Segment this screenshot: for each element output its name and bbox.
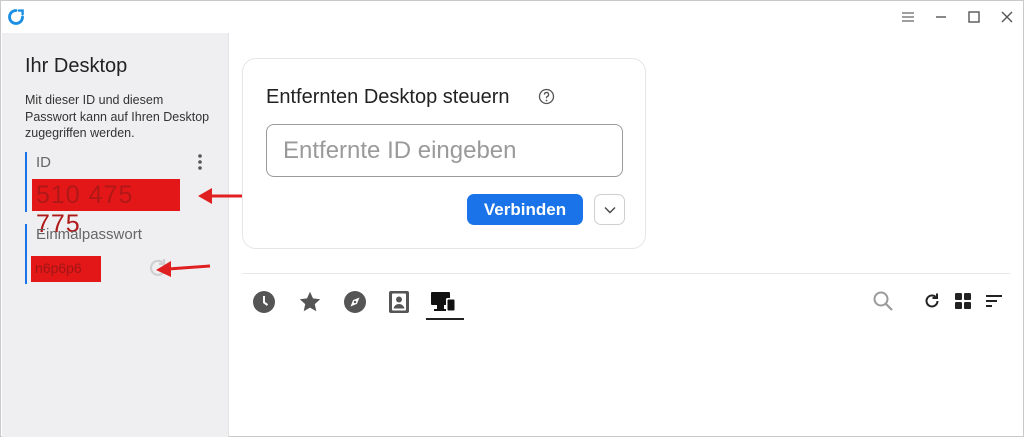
search-button[interactable] <box>870 287 896 315</box>
rustdesk-logo-icon <box>8 9 24 25</box>
view-toggle-button[interactable] <box>950 287 976 315</box>
tab-discovered[interactable] <box>340 287 370 317</box>
section-divider <box>242 273 1010 274</box>
app-window: Ihr Desktop Mit dieser ID und diesem Pas… <box>0 0 1024 437</box>
id-value-redacted[interactable]: 510 475 775 <box>32 179 180 238</box>
password-value: n6p6p6 <box>35 260 82 276</box>
tab-favorites[interactable] <box>295 287 325 317</box>
close-button[interactable] <box>990 1 1023 33</box>
compass-icon <box>344 291 366 313</box>
contact-book-icon <box>389 291 409 313</box>
sort-button[interactable] <box>981 287 1007 315</box>
refresh-button[interactable] <box>919 287 945 315</box>
sidebar: Ihr Desktop Mit dieser ID und diesem Pas… <box>2 33 248 437</box>
devices-icon <box>431 292 456 312</box>
clock-icon <box>253 291 275 313</box>
title-bar[interactable] <box>1 1 1023 33</box>
menu-icon <box>901 12 914 22</box>
sidebar-description: Mit dieser ID und diesem Passwort kann a… <box>25 93 210 140</box>
sidebar-title: Ihr Desktop <box>25 55 128 77</box>
minimize-icon <box>935 16 946 18</box>
grid-view-icon <box>955 293 971 309</box>
help-icon[interactable] <box>538 88 555 105</box>
maximize-icon <box>967 11 980 23</box>
refresh-icon <box>925 293 939 308</box>
tab-address-book[interactable] <box>384 287 414 317</box>
connect-card-title: Entfernten Desktop steuern <box>266 86 510 108</box>
maximize-button[interactable] <box>957 1 990 33</box>
search-icon <box>873 291 893 311</box>
id-label: ID <box>36 154 51 171</box>
connect-button[interactable]: Verbinden <box>467 194 583 225</box>
id-field: ID 510 475 775 <box>25 152 207 238</box>
tab-recent-sessions[interactable] <box>249 287 279 317</box>
minimize-button[interactable] <box>924 1 957 33</box>
close-icon <box>1001 11 1012 23</box>
remote-id-input[interactable] <box>266 124 623 177</box>
star-icon <box>299 291 321 312</box>
tab-accessible-devices[interactable] <box>429 287 459 317</box>
connect-options-button[interactable] <box>594 194 625 225</box>
password-label: Einmalpasswort <box>36 226 142 243</box>
menu-button[interactable] <box>891 1 924 33</box>
sort-icon <box>986 295 1002 307</box>
annotation-arrow-password-icon <box>156 261 211 277</box>
connect-card: Entfernten Desktop steuern Verbinden <box>242 58 646 249</box>
password-value-redacted[interactable]: n6p6p6 <box>31 256 101 282</box>
chevron-down-icon <box>604 206 615 213</box>
more-options-icon[interactable] <box>194 152 206 172</box>
main-panel: Entfernten Desktop steuern Verbinden <box>229 33 1023 437</box>
active-tab-indicator <box>426 318 464 320</box>
